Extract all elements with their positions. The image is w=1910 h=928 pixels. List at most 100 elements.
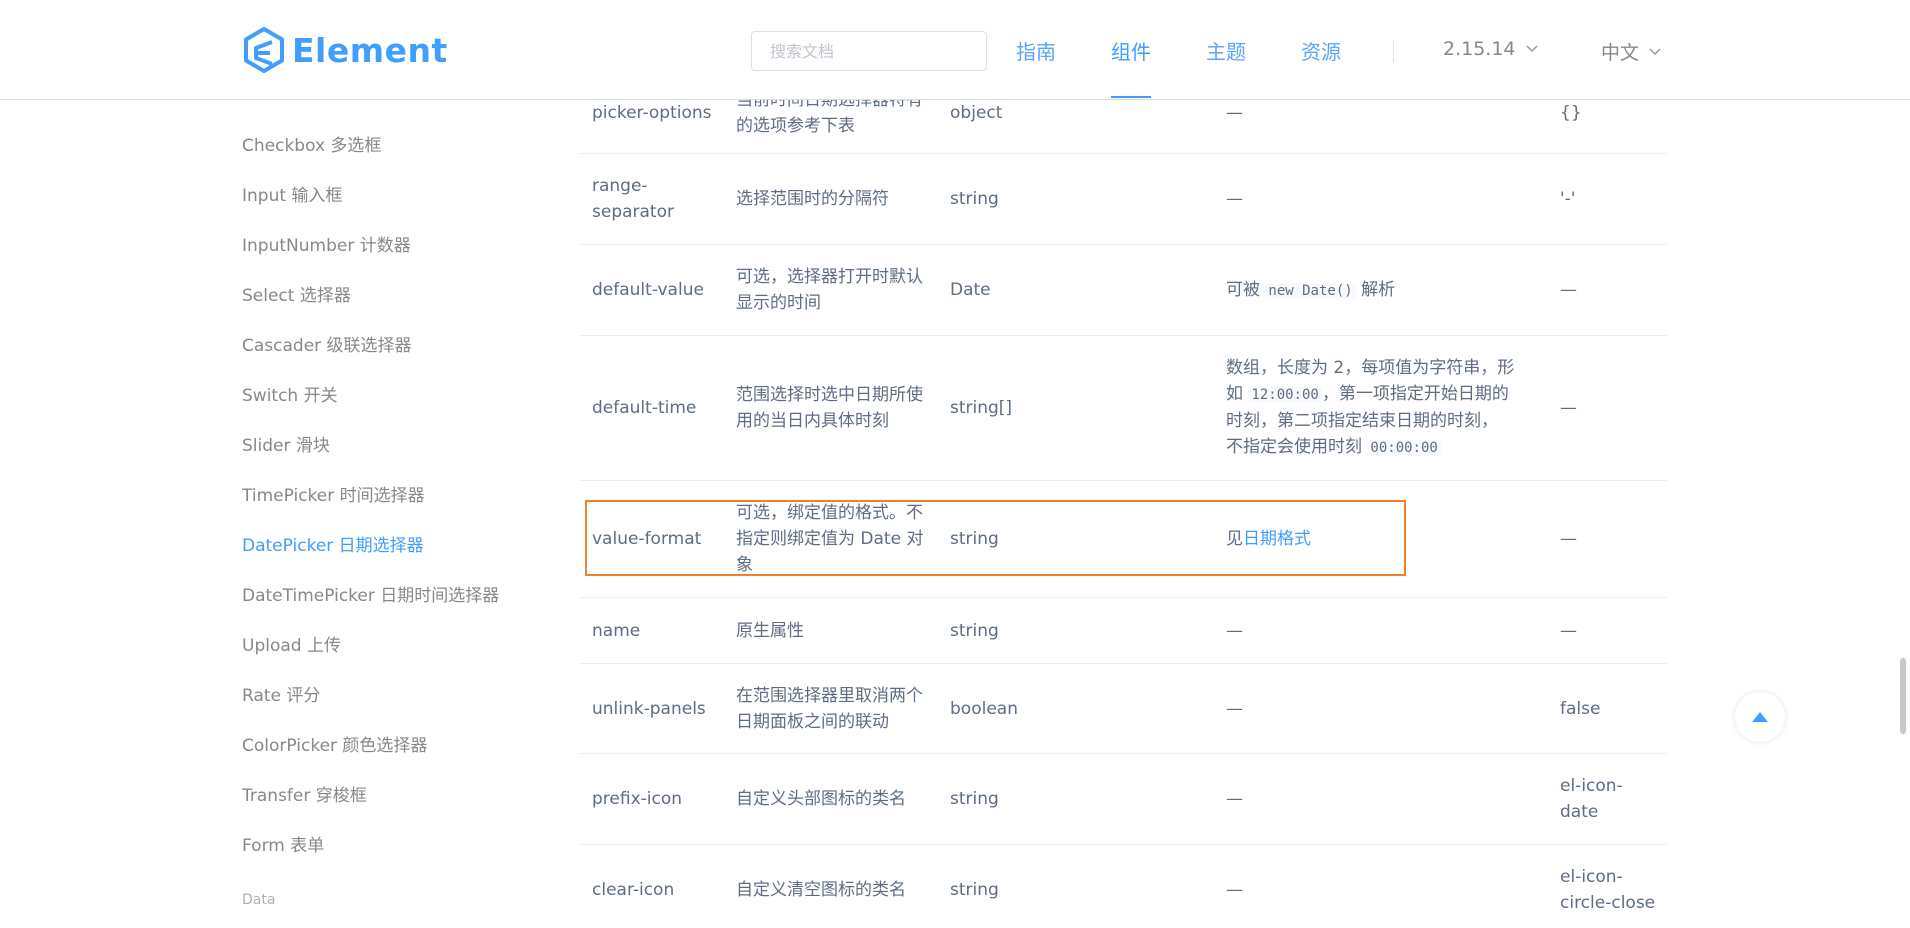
cell-attribute: name: [592, 620, 641, 641]
cell-values: 见日期格式: [1226, 481, 1536, 597]
values-line: 如 12:00:00 ，第一项指定开始日期的: [1226, 381, 1514, 408]
sidebar-item-timepicker[interactable]: TimePicker 时间选择器: [242, 481, 425, 506]
cell-values: —: [1226, 880, 1243, 900]
sidebar-item-inputnumber[interactable]: InputNumber 计数器: [242, 231, 411, 256]
sidebar-item-input[interactable]: Input 输入框: [242, 181, 342, 206]
table-row: default-value 可选，选择器打开时默认显示的时间 Date 可被 n…: [580, 245, 1667, 336]
date-format-link[interactable]: 日期格式: [1243, 529, 1311, 549]
values-line: 时刻，第二项指定结束日期的时刻，: [1226, 411, 1498, 431]
table-row: value-format 可选，绑定值的格式。不指定则绑定值为 Date 对象 …: [580, 481, 1667, 598]
attributes-table: picker-options 当前时间日期选择器特有的选项参考下表 object…: [580, 100, 1667, 928]
cell-description: 可选，绑定值的格式。不指定则绑定值为 Date 对象: [736, 503, 924, 575]
values-text: 见: [1226, 529, 1243, 549]
cell-default: {}: [1560, 102, 1582, 123]
nav-divider: [1393, 40, 1394, 62]
cell-description: 原生属性: [736, 620, 804, 641]
table-row: prefix-icon 自定义头部图标的类名 string — el-icon-…: [580, 754, 1667, 845]
cell-type: string: [950, 529, 999, 549]
nav-component[interactable]: 组件: [1111, 36, 1151, 65]
sidebar-item-switch[interactable]: Switch 开关: [242, 381, 338, 406]
cell-values: 可被 new Date() 解析: [1226, 245, 1536, 335]
table-row: unlink-panels 在范围选择器里取消两个日期面板之间的联动 boole…: [580, 664, 1667, 754]
scrollbar-thumb[interactable]: [1900, 658, 1906, 734]
nav-theme[interactable]: 主题: [1206, 36, 1246, 65]
values-text: 如: [1226, 384, 1243, 404]
logo-text: Element: [292, 30, 448, 70]
cell-attribute: range-separator: [592, 176, 674, 222]
element-logo-icon: [244, 27, 284, 73]
values-text: 不指定会使用时刻: [1226, 437, 1362, 457]
values-line: 不指定会使用时刻 00:00:00: [1226, 434, 1514, 461]
cell-description: 自定义头部图标的类名: [736, 789, 906, 809]
cell-values: —: [1226, 102, 1243, 123]
cell-values: —: [1226, 698, 1243, 719]
cell-attribute: picker-options: [592, 102, 712, 123]
chevron-down-icon: [1649, 47, 1661, 55]
table-row: name 原生属性 string — —: [580, 598, 1667, 664]
table-row: clear-icon 自定义清空图标的类名 string — el-icon-c…: [580, 845, 1667, 928]
cell-default: —: [1560, 280, 1577, 300]
cell-attribute: default-value: [592, 280, 704, 300]
table-row: range-separator 选择范围时的分隔符 string — '-': [580, 154, 1667, 245]
sidebar-item-select[interactable]: Select 选择器: [242, 281, 351, 306]
cell-description: 当前时间日期选择器特有的选项参考下表: [736, 100, 923, 136]
cell-default: el-icon-circle-close: [1560, 867, 1656, 913]
version-label: 2.15.14: [1443, 38, 1516, 60]
logo[interactable]: Element: [242, 26, 448, 74]
cell-type: string: [950, 620, 999, 641]
search-input[interactable]: [751, 31, 987, 71]
values-text: ，第一项指定开始日期的: [1321, 384, 1509, 404]
cell-default: —: [1560, 620, 1577, 641]
cell-attribute: default-time: [592, 398, 697, 418]
caret-up-icon: [1752, 712, 1768, 722]
inline-code: new Date(): [1265, 282, 1356, 299]
cell-values: —: [1226, 189, 1243, 209]
cell-attribute: value-format: [592, 529, 702, 549]
language-label: 中文: [1601, 42, 1640, 64]
sidebar-item-colorpicker[interactable]: ColorPicker 颜色选择器: [242, 731, 427, 756]
chevron-down-icon: [1526, 45, 1538, 53]
cell-type: string: [950, 789, 999, 809]
cell-default: el-icon-date: [1560, 776, 1623, 822]
cell-default: —: [1560, 529, 1577, 549]
sidebar-item-datetimepicker[interactable]: DateTimePicker 日期时间选择器: [242, 581, 499, 606]
cell-type: string: [950, 189, 999, 209]
values-line: 数组，长度为 2，每项值为字符串，形: [1226, 358, 1515, 378]
table-row: default-time 范围选择时选中日期所使用的当日内具体时刻 string…: [580, 336, 1667, 481]
cell-description: 选择范围时的分隔符: [736, 189, 889, 209]
cell-type: string[]: [950, 398, 1013, 418]
table-row: picker-options 当前时间日期选择器特有的选项参考下表 object…: [580, 100, 1667, 154]
sidebar-item-rate[interactable]: Rate 评分: [242, 681, 320, 706]
sidebar-item-datepicker[interactable]: DatePicker 日期选择器: [242, 531, 424, 556]
sidebar-item-cascader[interactable]: Cascader 级联选择器: [242, 331, 412, 356]
cell-type: object: [950, 102, 1003, 123]
cell-values: —: [1226, 789, 1243, 809]
sidebar-item-form[interactable]: Form 表单: [242, 831, 324, 856]
cell-values: —: [1226, 620, 1243, 641]
cell-attribute: unlink-panels: [592, 698, 706, 719]
cell-description: 范围选择时选中日期所使用的当日内具体时刻: [736, 385, 923, 431]
sidebar-group-data: Data: [242, 892, 276, 908]
cell-default: —: [1560, 398, 1577, 418]
cell-description: 自定义清空图标的类名: [736, 880, 906, 900]
cell-type: string: [950, 880, 999, 900]
inline-code: 00:00:00: [1367, 440, 1441, 456]
sidebar-item-checkbox[interactable]: Checkbox 多选框: [242, 131, 381, 156]
nav-guide[interactable]: 指南: [1016, 36, 1056, 65]
cell-default: '-': [1560, 189, 1576, 209]
version-dropdown[interactable]: 2.15.14: [1443, 38, 1538, 60]
language-dropdown[interactable]: 中文: [1601, 38, 1661, 65]
sidebar-item-transfer[interactable]: Transfer 穿梭框: [242, 781, 367, 806]
nav-resource[interactable]: 资源: [1301, 36, 1341, 65]
values-text: 解析: [1361, 279, 1396, 300]
back-to-top-button[interactable]: [1735, 692, 1785, 742]
cell-description: 可选，选择器打开时默认显示的时间: [736, 267, 923, 313]
cell-type: boolean: [950, 698, 1018, 719]
inline-code: 12:00:00: [1248, 387, 1322, 403]
cell-attribute: prefix-icon: [592, 789, 683, 809]
cell-description: 在范围选择器里取消两个日期面板之间的联动: [736, 685, 923, 732]
sidebar-item-upload[interactable]: Upload 上传: [242, 631, 341, 656]
cell-values: 数组，长度为 2，每项值为字符串，形 如 12:00:00 ，第一项指定开始日期的…: [1226, 336, 1536, 480]
sidebar-item-slider[interactable]: Slider 滑块: [242, 431, 330, 456]
site-header: Element 指南 组件 主题 资源 2.15.14 中文: [0, 0, 1910, 100]
